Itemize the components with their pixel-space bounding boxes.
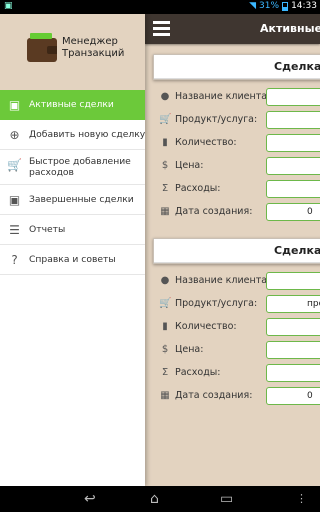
bar-chart-icon: ▮ <box>162 321 168 332</box>
menu-item-quick-expense[interactable]: 🛒 Быстрое добавление расходов <box>0 150 145 185</box>
screenshot-notification-icon: ▣ <box>4 1 13 11</box>
app-title: Менеджер Транзакций <box>62 36 125 59</box>
system-navigation-bar: ↩ ⌂ ▭ ⋮ <box>0 486 320 512</box>
field-expenses: Σ Расходы: <box>153 362 320 385</box>
menu-item-help[interactable]: ? Справка и советы <box>0 245 145 275</box>
wallet-logo-icon <box>27 33 57 62</box>
quantity-input[interactable] <box>266 134 320 152</box>
report-icon: ☰ <box>9 223 20 237</box>
field-quantity: ▮ Количество: <box>153 132 320 155</box>
deal-fields: ● Название клиента: 🛒 Продукт/услуга: ▮ Кол… <box>153 86 320 224</box>
battery-icon <box>282 1 289 11</box>
price-input[interactable] <box>266 341 320 359</box>
field-quantity: ▮ Количество: <box>153 316 320 339</box>
cart-icon: 🛒 <box>159 298 172 309</box>
sigma-icon: Σ <box>161 183 169 194</box>
wifi-icon: ◥ <box>249 1 257 11</box>
expenses-input[interactable] <box>266 180 320 198</box>
back-icon[interactable]: ↩ <box>84 491 96 507</box>
field-date: ▦ Дата создания: 0 <box>153 201 320 224</box>
calendar-icon: ▦ <box>160 390 170 401</box>
cart-add-icon: 🛒 <box>7 158 22 172</box>
plus-circle-icon: ⊕ <box>9 128 20 142</box>
price-input[interactable] <box>266 157 320 175</box>
drawer-header: Менеджер Транзакций <box>0 14 145 90</box>
product-input[interactable]: про <box>266 295 320 313</box>
product-input[interactable] <box>266 111 320 129</box>
field-price: $ Цена: <box>153 155 320 178</box>
briefcase-icon: ▣ <box>8 98 21 112</box>
dollar-icon: $ <box>161 344 169 355</box>
help-icon: ? <box>11 253 18 267</box>
client-input[interactable] <box>266 272 320 290</box>
field-product: 🛒Продукт/услуга:про <box>153 293 320 316</box>
field-date: ▦ Дата создания: 0 <box>153 385 320 408</box>
battery-percent: 31% <box>259 1 280 11</box>
field-expenses: Σ Расходы: <box>153 178 320 201</box>
drawer-menu: ▣ Активные сделки ⊕ Добавить новую сделк… <box>0 90 145 275</box>
field-price: $ Цена: <box>153 339 320 362</box>
deal-fields: ●Название клиента: 🛒Продукт/услуга:про ▮… <box>153 270 320 408</box>
person-icon: ● <box>160 275 170 286</box>
client-input[interactable] <box>266 88 320 106</box>
date-input[interactable]: 0 <box>266 203 320 221</box>
sigma-icon: Σ <box>161 367 169 378</box>
status-bar: ▣ ◥ 31% 14:33 <box>0 0 320 14</box>
menu-item-completed-deals[interactable]: ▣ Завершенные сделки <box>0 185 145 215</box>
deal-fields-layer: ● Название клиента: 🛒 Продукт/услуга: ▮ Кол… <box>153 14 320 486</box>
date-input[interactable]: 0 <box>266 387 320 405</box>
clock: 14:33 <box>291 1 317 11</box>
field-client: ● Название клиента: <box>153 86 320 109</box>
overflow-menu-icon[interactable]: ⋮ <box>296 491 307 507</box>
expenses-input[interactable] <box>266 364 320 382</box>
recent-apps-icon[interactable]: ▭ <box>220 491 233 507</box>
calendar-icon: ▦ <box>160 206 170 217</box>
quantity-input[interactable] <box>266 318 320 336</box>
app-window: Активные сд Сделка N Сделка N ●Название … <box>0 14 320 486</box>
menu-item-active-deals[interactable]: ▣ Активные сделки <box>0 90 145 120</box>
field-client: ● Название клиента: <box>153 270 320 293</box>
navigation-drawer[interactable]: Менеджер Транзакций ▣ Активные сделки ⊕ … <box>0 14 145 486</box>
menu-item-add-deal[interactable]: ⊕ Добавить новую сделку <box>0 120 145 150</box>
bar-chart-icon: ▮ <box>162 137 168 148</box>
menu-item-reports[interactable]: ☰ Отчеты <box>0 215 145 245</box>
person-icon: ● <box>160 91 170 102</box>
dollar-icon: $ <box>161 160 169 171</box>
home-icon[interactable]: ⌂ <box>150 491 159 507</box>
briefcase-icon: ▣ <box>8 193 21 207</box>
field-product: 🛒 Продукт/услуга: <box>153 109 320 132</box>
cart-icon: 🛒 <box>159 114 172 125</box>
